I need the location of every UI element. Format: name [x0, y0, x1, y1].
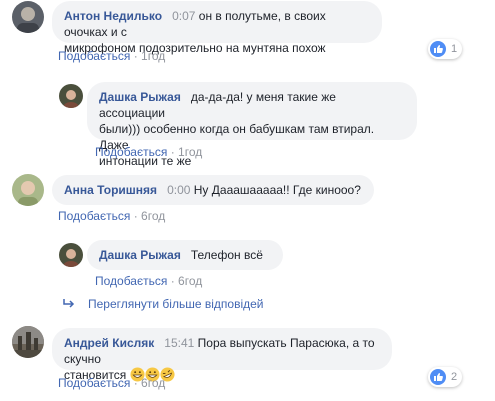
comment-bubble: Андрей Кисляк 15:41 Пора выпускать Парас…	[52, 328, 392, 382]
separator-dot: ·	[133, 376, 138, 390]
view-more-replies[interactable]: Переглянути більше відповідей	[62, 297, 263, 311]
avatar-photo-icon	[18, 181, 38, 206]
reply-actions: Подобається · 6год	[95, 274, 202, 288]
reply-text: Телефон всё	[190, 248, 263, 262]
reaction-summary[interactable]: 1	[428, 39, 463, 59]
reaction-count: 2	[451, 371, 458, 383]
reply-age[interactable]: 6год	[178, 274, 202, 288]
comment-author[interactable]: Анна Торишняя	[64, 183, 157, 197]
separator-dot: ·	[170, 274, 175, 288]
reply-bubble: Дашка Рыжая да-да-да! у меня такие же ас…	[87, 82, 417, 168]
reply-age[interactable]: 1год	[178, 145, 202, 159]
comment-text: Ну Дааашааааа!! Где кинооо?	[193, 183, 361, 197]
reply-actions: Подобається · 1год	[95, 145, 202, 159]
separator-dot: ·	[170, 145, 175, 159]
avatar[interactable]	[12, 1, 44, 33]
like-button[interactable]: Подобається	[95, 145, 167, 159]
like-reaction-icon	[430, 369, 446, 385]
like-button[interactable]: Подобається	[95, 274, 167, 288]
avatar-photo-icon	[12, 326, 44, 358]
comment-actions: Подобається · 1год	[58, 49, 165, 63]
comment-time[interactable]: 15:41	[158, 336, 194, 350]
avatar[interactable]	[59, 243, 83, 267]
comment-time[interactable]: 0:07	[165, 9, 195, 23]
reply-bubble: Дашка Рыжая Телефон всё	[87, 240, 283, 270]
like-button[interactable]: Подобається	[58, 49, 130, 63]
avatar[interactable]	[59, 84, 83, 108]
avatar[interactable]	[12, 174, 44, 206]
reaction-summary[interactable]: 2	[428, 367, 463, 387]
comment-age[interactable]: 6год	[141, 376, 165, 390]
like-button[interactable]: Подобається	[58, 209, 130, 223]
comment-age[interactable]: 1год	[141, 49, 165, 63]
comment-time[interactable]: 0:00	[160, 183, 190, 197]
separator-dot: ·	[133, 49, 138, 63]
view-more-replies-label[interactable]: Переглянути більше відповідей	[88, 297, 263, 311]
avatar-photo-icon	[17, 7, 39, 33]
comment-actions: Подобається · 6год	[58, 376, 165, 390]
avatar[interactable]	[12, 326, 44, 358]
comment-author[interactable]: Андрей Кисляк	[64, 336, 154, 350]
reaction-count: 1	[451, 43, 458, 55]
avatar-photo-icon	[63, 249, 79, 267]
reply-author[interactable]: Дашка Рыжая	[99, 248, 181, 262]
comment-author[interactable]: Антон Недилько	[64, 9, 162, 23]
like-button[interactable]: Подобається	[58, 376, 130, 390]
like-reaction-icon	[430, 41, 446, 57]
comment-age[interactable]: 6год	[141, 209, 165, 223]
comment-bubble: Анна Торишняя 0:00 Ну Дааашааааа!! Где к…	[52, 175, 374, 205]
avatar-photo-icon	[63, 90, 79, 108]
reply-author[interactable]: Дашка Рыжая	[99, 90, 181, 104]
comment-bubble: Антон Недилько 0:07 он в полутьме, в сво…	[52, 1, 382, 55]
separator-dot: ·	[133, 209, 138, 223]
comment-actions: Подобається · 6год	[58, 209, 165, 223]
reply-arrow-icon	[63, 299, 75, 308]
